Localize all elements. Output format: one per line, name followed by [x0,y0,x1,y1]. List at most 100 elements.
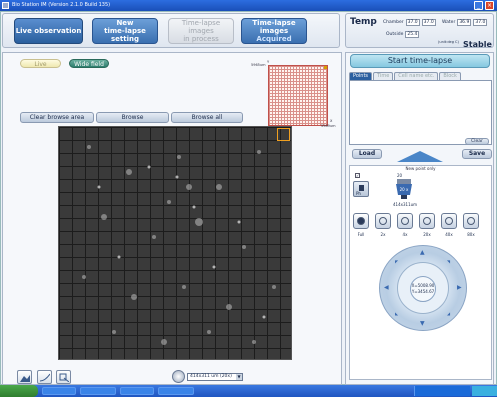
chamber-row: Chamber 37.0 37.0 [383,19,436,26]
magnify-20x-icon [423,217,431,225]
minimap-selection [324,66,327,69]
outside-value: 25.4 [405,31,420,38]
objective-80x-button[interactable] [463,213,479,229]
minimap-y-range: 5965um [251,63,266,67]
clear-points-button[interactable]: Clear [465,138,489,145]
magnify-80x-icon [467,217,475,225]
image-tool-2[interactable] [37,370,52,384]
wide-field-toggle[interactable]: Wide field [69,59,109,68]
lens-field-size: 414x311um [393,202,418,207]
curve-icon [40,373,50,382]
title-bar: Bio Station IM (Version 2.1.0 Build 135) [0,0,497,11]
tab-points[interactable]: Points [349,72,373,80]
selected-tile[interactable] [277,128,290,141]
water-row: Water 36.9 37.0 [442,19,488,26]
objective-label-20x: 20x [423,232,431,237]
minimize-button[interactable]: _ [474,1,483,10]
stage-upright-icon[interactable]: ◥ [447,259,450,264]
full-circle-icon [357,217,365,225]
start-button[interactable] [0,385,38,397]
zoom-knob-icon[interactable] [172,370,185,383]
clear-browse-area-button[interactable]: Clear browse area [20,112,94,123]
chamber-label: Chamber [383,20,404,25]
in-process-line1: Time-lapse images [181,19,221,35]
new-point-only-label: New point only [405,166,436,171]
objective-40x-button[interactable] [441,213,457,229]
stage-navigator[interactable]: ▲ ▼ ◀ ▶ ◤ ◥ ◣ ◢ X=5008.90 Y=3454.67 [379,245,467,331]
lens-value-label: 20 [397,173,403,178]
objective-4x-button[interactable] [397,213,413,229]
browse-button[interactable]: Browse [96,112,169,123]
start-timelapse-button[interactable]: Start time-lapse [350,54,490,68]
taskbar-item-4[interactable] [158,387,194,395]
chamber-value: 37.0 [405,19,420,26]
landscape-icon [20,375,30,382]
stage-upleft-icon[interactable]: ◤ [395,259,398,264]
magnify-2x-icon [379,217,387,225]
acquired-line2: Acquired [256,35,292,43]
stage-up-icon[interactable]: ▲ [420,249,425,256]
stage-position-readout: X=5008.90 Y=3454.67 [410,276,436,302]
phase-contrast-button[interactable]: Ph [353,181,369,197]
system-tray [414,386,470,396]
temp-title: Temp [350,17,377,27]
chevron-down-icon[interactable]: ▼ [236,373,242,380]
minimap[interactable]: Y 5965um X 5989um [251,60,336,128]
mode-toolbar: Live observation New time-lapse setting T… [2,13,340,48]
chamber-setpoint[interactable]: 37.0 [421,19,436,26]
stage-downleft-icon[interactable]: ◣ [395,311,398,316]
minimap-grid[interactable] [268,65,328,126]
new-timelapse-line1: New [116,19,134,27]
wide-field-image[interactable] [58,126,292,360]
stage-downright-icon[interactable]: ◢ [447,311,450,316]
objective-2x-button[interactable] [375,213,391,229]
water-setpoint[interactable]: 37.0 [473,19,488,26]
new-timelapse-line2: time-lapse setting [104,27,146,43]
cell-texture [82,145,276,345]
zoom-selector[interactable]: 414x311 um (20x) ▼ [172,370,246,383]
temperature-panel: Temp Chamber 37.0 37.0 Water 36.9 37.0 O… [345,13,494,49]
export-icon [59,373,69,382]
close-button[interactable]: × [485,1,494,10]
window-title: Bio Station IM (Version 2.1.0 Build 135) [12,2,111,8]
live-observation-button[interactable]: Live observation [14,18,83,44]
stage-right-icon[interactable]: ▶ [457,284,462,291]
tab-time[interactable]: Time [373,72,394,80]
magnify-4x-icon [401,217,409,225]
lens-mag-label: 20 x [400,187,409,192]
in-process-line2: in process [183,35,219,43]
points-list[interactable] [349,80,492,145]
objective-label-2x: 2x [380,232,386,237]
point-tabs: Points Time Cell name etc. Block [349,72,461,80]
temp-status: Stable [463,40,492,49]
stage-left-icon[interactable]: ◀ [384,284,389,291]
tab-cell-name[interactable]: Cell name etc. [394,72,439,80]
taskbar-item-2[interactable] [80,387,116,395]
zoom-select[interactable]: 414x311 um (20x) ▼ [187,372,243,381]
objective-full-button[interactable] [353,213,369,229]
image-tool-3[interactable] [56,370,71,384]
taskbar-item-1[interactable] [42,387,76,395]
lens-graphic: 20 x [396,179,412,199]
save-button[interactable]: Save [462,149,492,159]
load-button[interactable]: Load [352,149,382,159]
new-timelapse-setting-button[interactable]: New time-lapse setting [92,18,158,44]
tab-block[interactable]: Block [439,72,461,80]
temp-units: (unit:deg C) [438,40,459,44]
browse-all-button[interactable]: Browse all [171,112,243,123]
live-observation-label: Live observation [15,27,82,35]
image-tool-1[interactable] [17,370,32,384]
outside-row: Outside 25.4 [386,31,420,38]
objective-20x-button[interactable] [419,213,435,229]
collapse-arrow-icon[interactable] [397,151,443,162]
live-toggle[interactable]: Live [20,59,61,68]
objective-label-full: Full [357,232,365,237]
stage-down-icon[interactable]: ▼ [420,320,425,327]
timelapse-in-process-button[interactable]: Time-lapse images in process [168,18,234,44]
taskbar-item-3[interactable] [120,387,154,395]
water-value: 36.9 [457,19,472,26]
timelapse-acquired-button[interactable]: Time-lapse images Acquired [241,18,307,44]
ph-checkbox[interactable]: ✓ [355,173,360,178]
tray-clock[interactable] [472,386,497,396]
minimap-x-range: 5989um [321,124,336,128]
